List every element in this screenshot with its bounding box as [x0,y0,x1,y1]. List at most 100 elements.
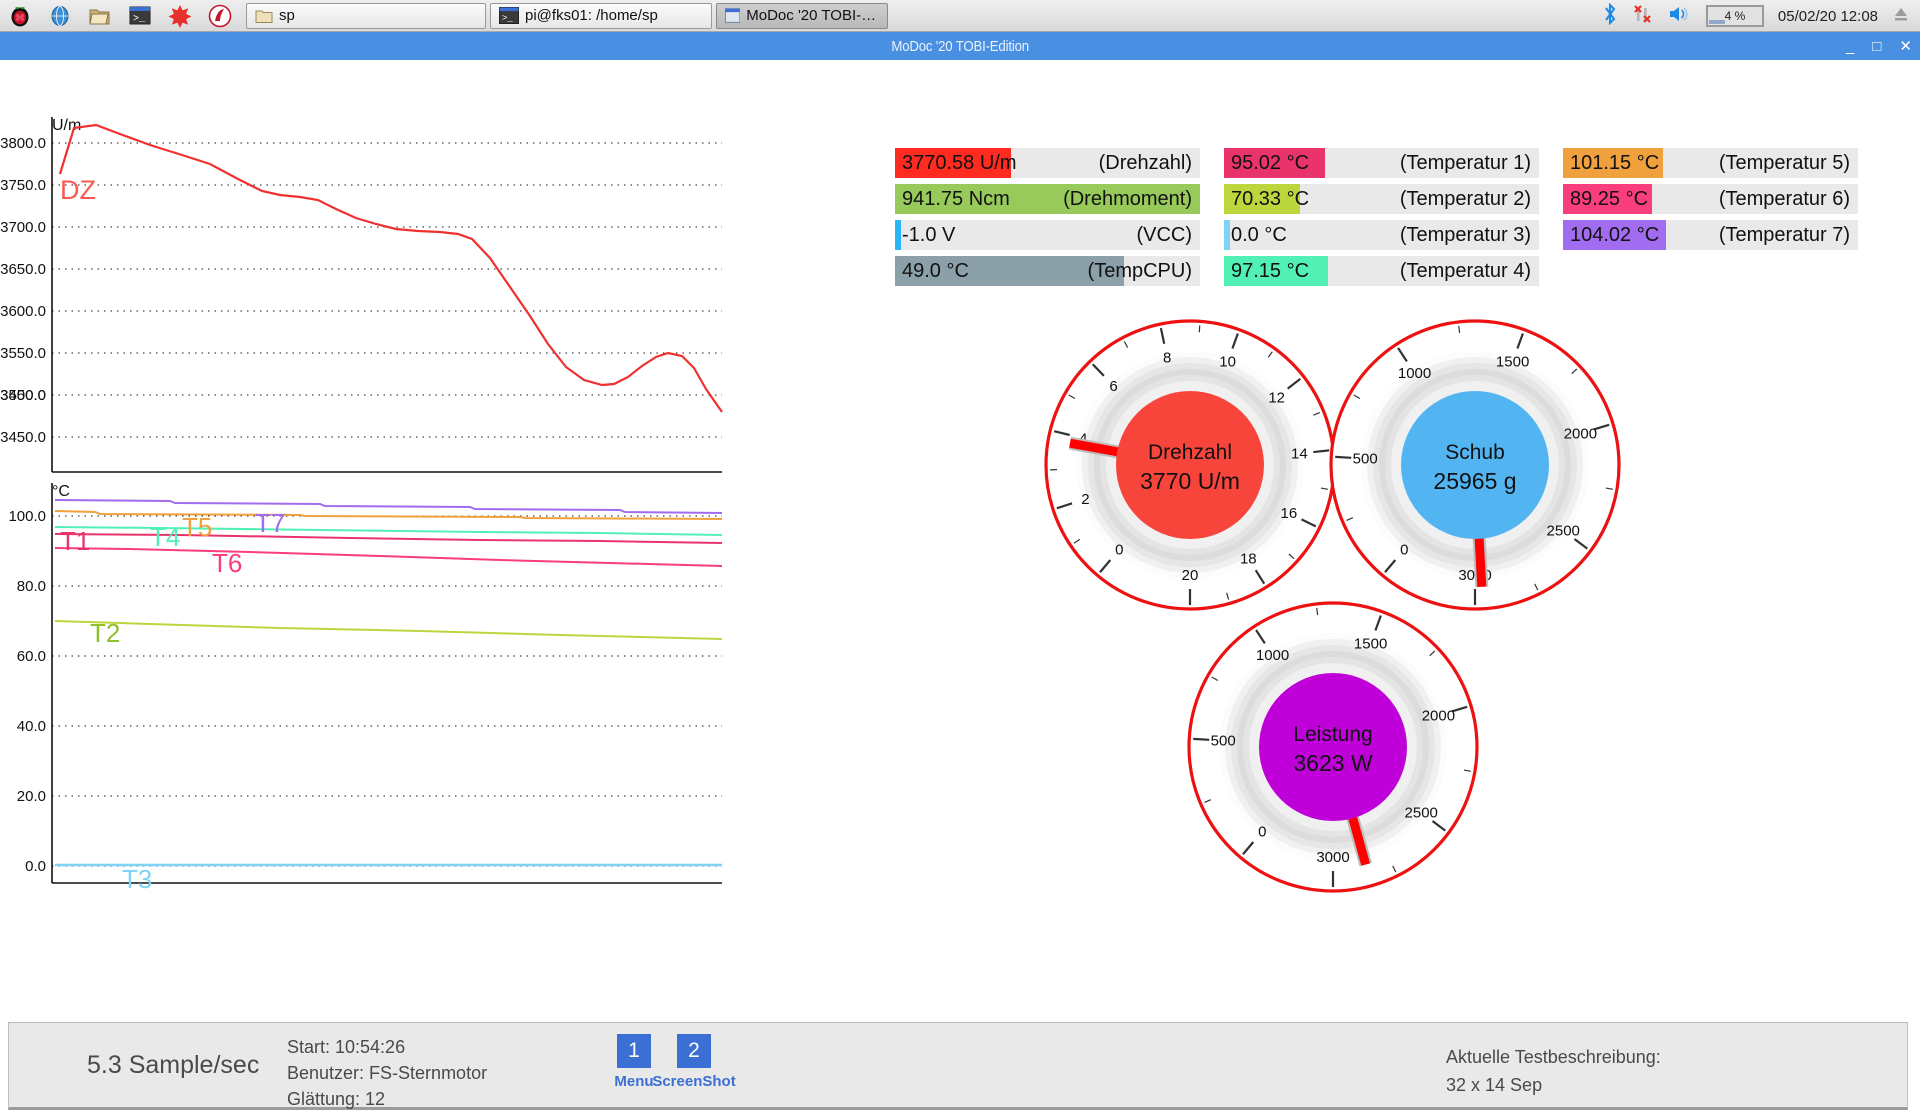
taskbar-button-modoc[interactable]: MoDoc '20 TOBI-Editi... [716,3,888,29]
terminal-icon: >_ [499,7,519,24]
gauge-tick-label: 1000 [1398,365,1431,382]
readout-temperatur-2[interactable]: 70.33 °C (Temperatur 2) [1224,184,1539,214]
test-description-value: 32 x 14 Sep [1446,1071,1661,1099]
svg-text:80.0: 80.0 [17,578,46,595]
rpm-ytick-3450: 3450.0 [0,429,46,446]
eject-icon[interactable] [1892,5,1910,28]
gauge-title: Leistung [1293,723,1372,746]
gauge-tick-label: 1500 [1354,636,1387,653]
readout-name: (Drehzahl) [1099,152,1192,175]
rpm-y-axis: 3800.03750.0 3700.03650.0 3600.03550.0 3… [0,135,46,404]
readout-value: 70.33 °C [1224,188,1309,211]
gauge-schub[interactable]: 050010001500200025003000Schub25965 g [1325,315,1625,615]
gauge-tick-label: 0 [1400,541,1408,558]
volume-icon[interactable] [1668,4,1692,29]
readout-column-3: 101.15 °C (Temperatur 5) 89.25 °C (Tempe… [1563,148,1858,286]
readout-temperatur-7[interactable]: 104.02 °C (Temperatur 7) [1563,220,1858,250]
gauge-tick-label: 1500 [1496,354,1529,371]
system-tray: 4 % 05/02/20 12:08 [1602,0,1916,32]
readout-temperatur-5[interactable]: 101.15 °C (Temperatur 5) [1563,148,1858,178]
temp-series-t5 [55,511,722,519]
application-window: MoDoc '20 TOBI-Edition _ □ ✕ U/m 3800.03… [0,32,1920,1080]
svg-text:3700.0: 3700.0 [0,219,46,236]
readout-drehzahl[interactable]: 3770.58 U/m (Drehzahl) [895,148,1200,178]
svg-text:3600.0: 3600.0 [0,303,46,320]
temp-label-t6: T6 [212,548,242,578]
gauge-tick [1335,457,1351,458]
temp-label-t7: T7 [255,508,285,538]
mathematica-icon[interactable] [160,1,200,31]
file-manager-icon[interactable] [80,1,120,31]
maximize-button[interactable]: □ [1872,39,1881,54]
readout-panel: 3770.58 U/m (Drehzahl) 941.75 Ncm (Drehm… [895,148,1905,286]
close-button[interactable]: ✕ [1899,39,1912,54]
gauge-tick-label: 500 [1211,733,1236,750]
sample-rate-label: 5.3 Sample/sec [87,1051,259,1080]
taskbar-button-terminal[interactable]: >_ pi@fks01: /home/sp [490,3,712,29]
svg-text:100.0: 100.0 [8,508,46,525]
window-icon [725,7,740,24]
svg-text:60.0: 60.0 [17,648,46,665]
readout-name: (VCC) [1136,224,1192,247]
cpu-usage-label: 4 % [1725,9,1746,23]
readout-temperatur-3[interactable]: 0.0 °C (Temperatur 3) [1224,220,1539,250]
readout-drehmoment[interactable]: 941.75 Ncm (Drehmoment) [895,184,1200,214]
gauge-reading: 25965 g [1433,468,1516,494]
terminal-icon[interactable]: >_ [120,1,160,31]
gauge-leistung[interactable]: 050010001500200025003000Leistung3623 W [1183,597,1483,897]
svg-text:3750.0: 3750.0 [0,177,46,194]
minimize-button[interactable]: _ [1846,39,1854,54]
readout-temperatur-6[interactable]: 89.25 °C (Temperatur 6) [1563,184,1858,214]
status-bar: 5.3 Sample/sec Start: 10:54:26 Benutzer:… [8,1022,1908,1110]
readout-name: (Temperatur 2) [1400,188,1531,211]
gauge-tick-label: 500 [1353,451,1378,468]
web-browser-icon[interactable] [40,1,80,31]
start-time-label: Start: 10:54:26 [287,1034,487,1060]
rpm-gridlines [52,143,722,395]
readout-tempcpu[interactable]: 49.0 °C (TempCPU) [895,256,1200,286]
temp-label-t1: T1 [60,526,90,556]
readout-value: 0.0 °C [1224,224,1287,247]
gauge-hub [1401,391,1549,539]
gauge-tick-label: 16 [1281,505,1298,522]
temp-series-t7 [55,500,722,513]
gauge-panel: 02468101214161820Drehzahl3770 U/m 050010… [1040,315,1920,1005]
gauge-tick-label: 8 [1163,349,1171,366]
network-disconnected-icon[interactable] [1632,3,1654,30]
taskbar-button-sp[interactable]: sp [246,3,486,29]
menu-button[interactable]: 1 Menu [617,1034,651,1090]
test-description-label: Aktuelle Testbeschreibung: [1446,1043,1661,1071]
bluetooth-icon[interactable] [1602,3,1618,30]
gauge-tick [1193,739,1209,740]
svg-text:>_: >_ [133,14,146,25]
cpu-usage-indicator[interactable]: 4 % [1706,5,1764,27]
screenshot-button[interactable]: 2 ScreenShot [677,1034,711,1090]
test-description: Aktuelle Testbeschreibung: 32 x 14 Sep [1446,1043,1661,1099]
rpm-chart: U/m 3800.03750.0 3700.03650.0 3600.03550… [0,112,905,482]
window-titlebar[interactable]: MoDoc '20 TOBI-Edition _ □ ✕ [0,32,1920,60]
gauge-title: Drehzahl [1148,441,1232,464]
readout-name: (Temperatur 1) [1400,152,1531,175]
svg-text:>_: >_ [502,14,513,24]
svg-text:3800.0: 3800.0 [0,135,46,152]
smoothing-label: Glättung: 12 [287,1086,487,1112]
wolfram-icon[interactable] [200,1,240,31]
readout-temperatur-1[interactable]: 95.02 °C (Temperatur 1) [1224,148,1539,178]
rpm-series-label-dz: DZ [60,175,96,205]
gauge-title: Schub [1445,441,1505,464]
readout-name: (Drehmoment) [1063,188,1192,211]
gauge-drehzahl[interactable]: 02468101214161820Drehzahl3770 U/m [1040,315,1340,615]
clock[interactable]: 05/02/20 12:08 [1778,8,1878,25]
taskbar-window-list: sp >_ pi@fks01: /home/sp MoDoc '20 TOBI-… [246,3,892,29]
window-controls: _ □ ✕ [1846,32,1912,60]
readout-vcc[interactable]: -1.0 V (VCC) [895,220,1200,250]
readout-value: -1.0 V [895,224,955,247]
readout-name: (TempCPU) [1088,260,1192,283]
readout-value: 104.02 °C [1563,224,1659,247]
temp-y-axis: 100.080.0 60.040.0 20.00.0 [8,508,46,875]
svg-text:20.0: 20.0 [17,788,46,805]
gauge-hub [1259,673,1407,821]
readout-temperatur-4[interactable]: 97.15 °C (Temperatur 4) [1224,256,1539,286]
raspberry-menu-icon[interactable] [0,1,40,31]
charts-area: U/m 3800.03750.0 3700.03650.0 3600.03550… [0,60,905,1000]
